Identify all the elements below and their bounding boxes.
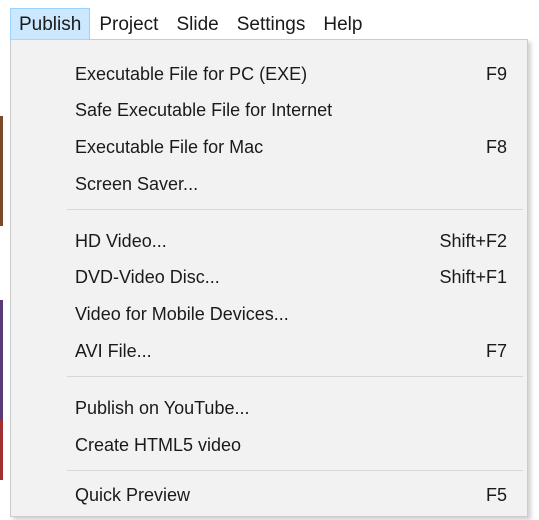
menu-item-screen-saver[interactable]: Screen Saver...	[11, 166, 527, 202]
menu-item-label: Publish on YouTube...	[75, 398, 250, 418]
background-edge-segment	[0, 420, 3, 480]
menu-item-hd-video[interactable]: HD Video... Shift+F2	[11, 223, 527, 259]
background-edge-segment	[0, 116, 3, 226]
menu-settings[interactable]: Settings	[228, 8, 315, 40]
menu-item-label: Screen Saver...	[75, 174, 199, 194]
menu-item-label: Executable File for Mac	[75, 137, 264, 157]
menu-item-mobile-video[interactable]: Video for Mobile Devices...	[11, 296, 527, 332]
menu-publish[interactable]: Publish	[10, 8, 91, 40]
menu-separator	[67, 376, 523, 377]
menu-item-shortcut: Shift+F2	[439, 231, 507, 251]
menu-item-executable-mac[interactable]: Executable File for Mac F8	[11, 129, 527, 165]
menu-item-html5-video[interactable]: Create HTML5 video	[11, 427, 527, 463]
menu-item-label: Executable File for PC (EXE)	[75, 64, 308, 84]
menu-project[interactable]: Project	[90, 8, 167, 40]
background-edge-segment	[0, 300, 3, 420]
menu-help[interactable]: Help	[314, 8, 371, 40]
menu-item-shortcut: F8	[485, 137, 507, 157]
menu-item-shortcut: F7	[485, 341, 507, 361]
menu-slide[interactable]: Slide	[167, 8, 227, 40]
publish-dropdown-menu: Executable File for PC (EXE) F9 Safe Exe…	[10, 39, 528, 517]
menu-separator	[67, 470, 523, 471]
menu-bar: Publish Project Slide Settings Help	[10, 8, 371, 40]
menu-item-label: AVI File...	[75, 341, 152, 361]
menu-item-label: HD Video...	[75, 231, 167, 251]
menu-item-label: DVD-Video Disc...	[75, 267, 220, 287]
background-window-edge	[0, 44, 9, 520]
menu-item-publish-youtube[interactable]: Publish on YouTube...	[11, 390, 527, 426]
menu-item-label: Quick Preview	[75, 485, 191, 505]
menu-item-shortcut: F9	[485, 64, 507, 84]
menu-separator	[67, 209, 523, 210]
menu-item-shortcut: F5	[485, 485, 507, 505]
menu-item-dvd-video[interactable]: DVD-Video Disc... Shift+F1	[11, 259, 527, 295]
menu-item-label: Safe Executable File for Internet	[75, 100, 333, 120]
menu-item-safe-executable[interactable]: Safe Executable File for Internet	[11, 92, 527, 128]
menu-item-avi-file[interactable]: AVI File... F7	[11, 333, 527, 369]
application-window: Publish Project Slide Settings Help Exec…	[0, 0, 539, 520]
menu-item-executable-pc[interactable]: Executable File for PC (EXE) F9	[11, 56, 527, 92]
menu-item-label: Video for Mobile Devices...	[75, 304, 289, 324]
menu-item-label: Create HTML5 video	[75, 435, 242, 455]
menu-item-shortcut: Shift+F1	[439, 267, 507, 287]
menu-item-quick-preview[interactable]: Quick Preview F5	[11, 477, 527, 513]
